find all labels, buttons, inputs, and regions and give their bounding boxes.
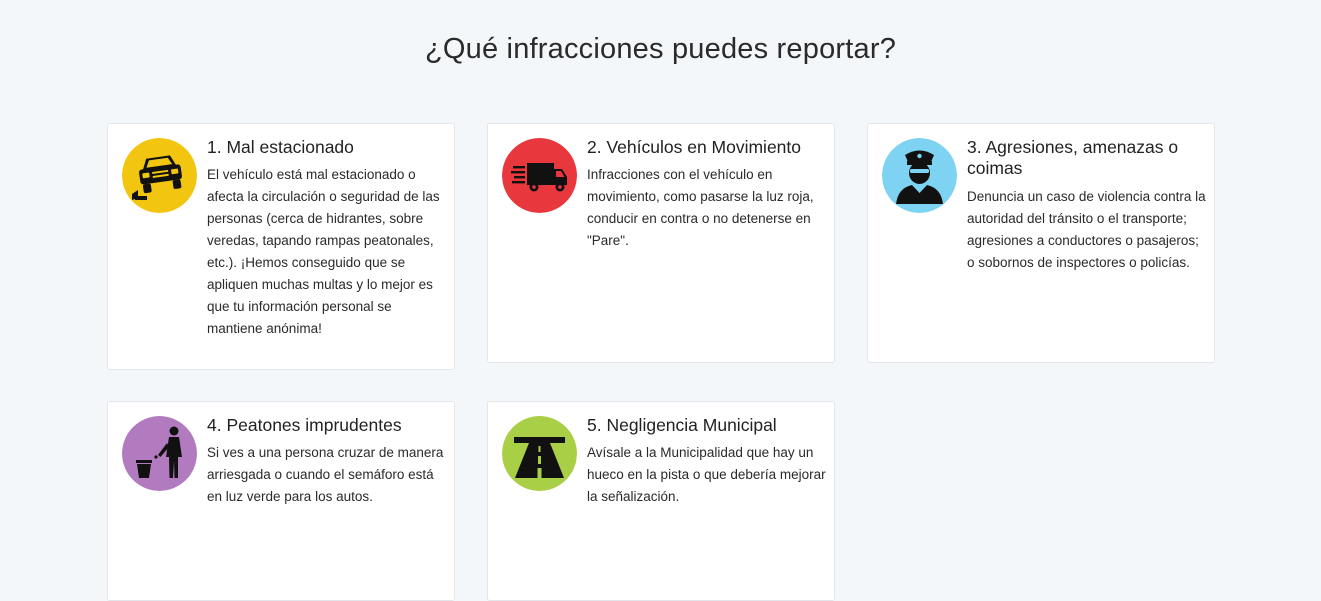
page-title: ¿Qué infracciones puedes reportar? [424, 33, 897, 65]
card-title: 4. Peatones imprudentes [207, 415, 402, 435]
card-description: Infracciones con el vehículo en movimien… [587, 167, 814, 248]
infraction-card-aggressions[interactable]: 3. Agresiones, amenazas o coimas Denunci… [867, 123, 1215, 363]
pedestrian-icon [122, 416, 197, 491]
card-description: Denuncia un caso de violencia contra la … [967, 189, 1206, 270]
card-description: Si ves a una persona cruzar de manera ar… [207, 445, 444, 504]
card-title: 5. Negligencia Municipal [587, 415, 777, 435]
police-officer-icon [882, 138, 957, 213]
infraction-card-moving-vehicles[interactable]: 2. Vehículos en Movimiento Infracciones … [487, 123, 835, 363]
parked-car-icon [122, 138, 197, 213]
road-icon [502, 416, 577, 491]
card-title: 2. Vehículos en Movimiento [587, 137, 802, 157]
card-title: 3. Agresiones, amenazas o coimas [967, 137, 1179, 178]
card-title: 1. Mal estacionado [207, 137, 354, 157]
moving-truck-icon [502, 138, 577, 213]
infraction-card-municipal-negligence[interactable]: 5. Negligencia Municipal Avísale a la Mu… [487, 401, 835, 601]
infraction-card-pedestrians[interactable]: 4. Peatones imprudentes Si ves a una per… [107, 401, 455, 601]
card-description: Avísale a la Municipalidad que hay un hu… [587, 445, 826, 504]
card-description: El vehículo está mal estacionado o afect… [207, 167, 440, 336]
infraction-card-parking[interactable]: 1. Mal estacionado El vehículo está mal … [107, 123, 455, 370]
